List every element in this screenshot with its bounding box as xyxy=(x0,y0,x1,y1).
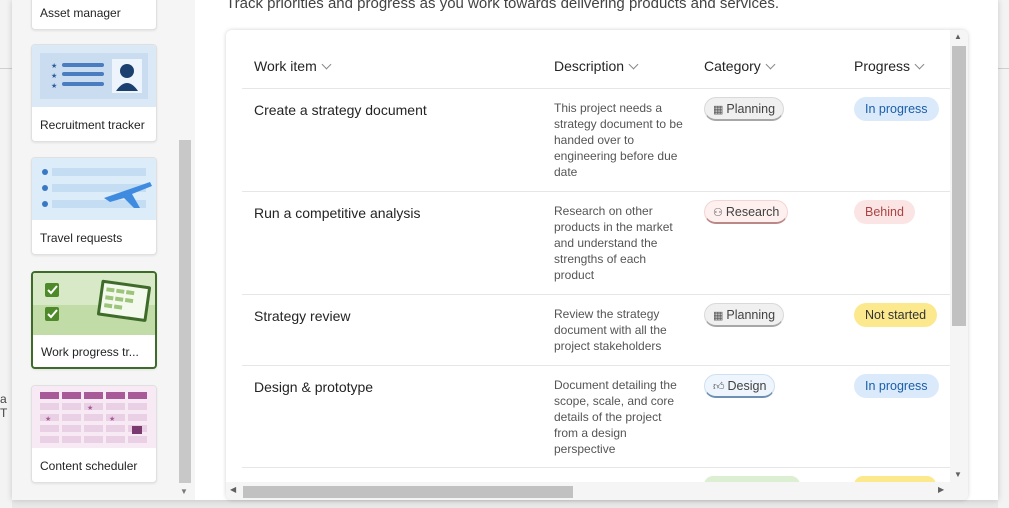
template-card-label: Work progress tr... xyxy=(41,345,139,359)
background-left: a T xyxy=(0,0,12,508)
category-pill: 👍︎ Design xyxy=(704,374,776,398)
svg-text:★: ★ xyxy=(51,62,57,70)
progress-pill: Behind xyxy=(854,200,915,224)
template-dialog: Asset manager ★ ★ ★ Recruitment tracker xyxy=(12,0,998,500)
template-card-travel-requests[interactable]: Travel requests xyxy=(31,157,157,255)
table-vertical-scrollbar-thumb[interactable] xyxy=(952,46,966,326)
template-card-content-scheduler[interactable]: ★ ★ ★ Content scheduler xyxy=(31,385,157,483)
cell-work-item: Strategy review xyxy=(254,308,351,324)
template-description: Track priorities and progress as you wor… xyxy=(226,0,780,12)
sidebar-scroll-down-icon[interactable]: ▼ xyxy=(180,487,188,496)
category-label: Planning xyxy=(726,308,776,322)
cell-description: This project needs a strategy document t… xyxy=(554,101,683,179)
template-card-work-progress-tracker[interactable]: Work progress tr... xyxy=(31,271,157,369)
row-divider xyxy=(242,467,953,468)
thumbs-up-icon: 👍︎ xyxy=(713,381,725,393)
template-preview: Track priorities and progress as you wor… xyxy=(195,0,998,500)
svg-text:★: ★ xyxy=(45,415,51,423)
category-pill: ⚇ Research xyxy=(704,200,789,224)
category-pill: ▦ Planning xyxy=(704,97,785,121)
category-label: Design xyxy=(727,379,767,393)
svg-text:★: ★ xyxy=(109,415,115,423)
category-label: Research xyxy=(725,205,780,219)
column-header-progress[interactable]: Progress xyxy=(854,58,925,74)
progress-pill: Not started xyxy=(854,303,938,327)
preview-table: Work item Description Category Progress … xyxy=(226,30,968,500)
cell-work-item: Design & prototype xyxy=(254,379,374,395)
background-text-fragment: a T xyxy=(0,392,8,420)
people-icon: ⚇ xyxy=(713,207,723,219)
calendar-thumbnail-icon: ★ ★ ★ xyxy=(32,386,156,448)
scroll-down-icon[interactable]: ▼ xyxy=(954,470,962,479)
template-card-label: Content scheduler xyxy=(40,459,138,473)
template-sidebar: Asset manager ★ ★ ★ Recruitment tracker xyxy=(12,0,195,500)
template-card-label: Asset manager xyxy=(40,6,121,20)
chevron-down-icon xyxy=(914,59,925,70)
column-header-label: Category xyxy=(704,58,761,74)
column-header-description[interactable]: Description xyxy=(554,58,639,74)
column-header-work-item[interactable]: Work item xyxy=(254,58,332,74)
column-header-label: Work item xyxy=(254,58,317,74)
scroll-up-icon[interactable]: ▲ xyxy=(954,32,962,41)
row-divider xyxy=(242,365,953,366)
chevron-down-icon xyxy=(321,59,332,70)
column-header-label: Description xyxy=(554,58,625,74)
cell-work-item: Create a strategy document xyxy=(254,102,427,118)
recruitment-thumbnail-icon: ★ ★ ★ xyxy=(32,45,156,107)
chevron-down-icon xyxy=(628,59,639,70)
category-pill: ▦ Planning xyxy=(704,303,785,327)
scroll-left-icon[interactable]: ◀ xyxy=(230,485,236,494)
row-divider xyxy=(242,88,953,89)
calendar-icon: ▦ xyxy=(713,104,724,116)
template-card-label: Recruitment tracker xyxy=(40,118,145,132)
svg-text:★: ★ xyxy=(87,404,93,412)
progress-pill: In progress xyxy=(854,97,939,121)
template-card-label: Travel requests xyxy=(40,231,123,245)
scroll-right-icon[interactable]: ▶ xyxy=(938,485,944,494)
cell-description: Document detailing the scope, scale, and… xyxy=(554,378,677,456)
template-card-asset-manager[interactable]: Asset manager xyxy=(31,0,157,30)
cell-work-item: Run a competitive analysis xyxy=(254,205,421,221)
svg-text:★: ★ xyxy=(51,82,57,90)
background-right xyxy=(998,0,1009,508)
row-divider xyxy=(242,191,953,192)
template-card-recruitment-tracker[interactable]: ★ ★ ★ Recruitment tracker xyxy=(31,44,157,142)
sidebar-scrollbar-thumb[interactable] xyxy=(179,140,191,483)
background-divider xyxy=(998,68,1009,69)
cell-description: Review the strategy document with all th… xyxy=(554,307,667,353)
row-divider xyxy=(242,294,953,295)
column-header-category[interactable]: Category xyxy=(704,58,776,74)
calendar-icon: ▦ xyxy=(713,310,724,322)
table-horizontal-scrollbar-thumb[interactable] xyxy=(243,486,573,498)
background-divider xyxy=(0,68,12,69)
progress-pill: In progress xyxy=(854,374,939,398)
cell-description: Research on other products in the market… xyxy=(554,204,673,282)
airplane-thumbnail-icon xyxy=(32,158,156,220)
column-header-label: Progress xyxy=(854,58,911,74)
chevron-down-icon xyxy=(765,59,776,70)
category-label: Planning xyxy=(726,102,776,116)
svg-text:★: ★ xyxy=(51,72,57,80)
work-progress-thumbnail-icon xyxy=(33,273,155,335)
